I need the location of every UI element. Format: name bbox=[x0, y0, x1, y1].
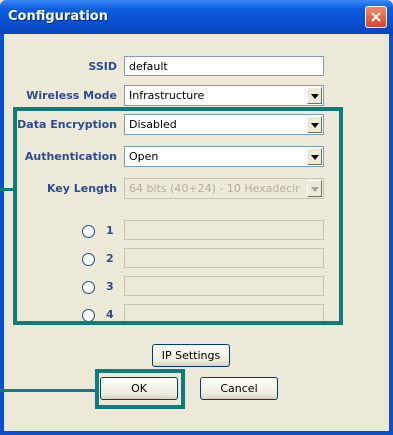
ssid-input[interactable]: default bbox=[124, 56, 324, 76]
configuration-dialog: Configuration SSID default Wireless Mode… bbox=[0, 0, 393, 435]
wireless-mode-select[interactable]: Infrastructure bbox=[124, 85, 324, 106]
window-title: Configuration bbox=[8, 9, 108, 24]
encryption-highlight-box bbox=[13, 107, 343, 325]
wireless-mode-value: Infrastructure bbox=[129, 89, 205, 102]
close-icon bbox=[371, 12, 381, 22]
wireless-mode-dropdown-button[interactable] bbox=[307, 87, 322, 104]
encryption-callout-line bbox=[0, 188, 14, 191]
cancel-button[interactable]: Cancel bbox=[200, 377, 278, 400]
chevron-down-icon bbox=[311, 94, 319, 99]
ok-callout-line bbox=[0, 389, 96, 392]
ip-settings-button[interactable]: IP Settings bbox=[152, 344, 230, 367]
ok-highlight-box bbox=[95, 369, 185, 409]
title-bar[interactable]: Configuration bbox=[0, 0, 393, 34]
window-frame-left bbox=[0, 34, 4, 435]
window-frame-right bbox=[389, 34, 393, 435]
close-button[interactable] bbox=[365, 6, 387, 28]
wireless-mode-label: Wireless Mode bbox=[26, 89, 117, 102]
window-frame-bottom bbox=[0, 431, 393, 435]
ssid-label: SSID bbox=[88, 60, 117, 73]
